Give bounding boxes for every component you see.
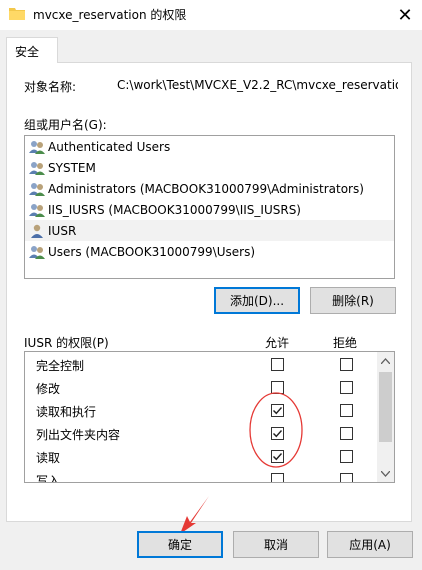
user-icon (31, 224, 43, 238)
users-icon (29, 161, 45, 175)
scroll-down-arrow-icon[interactable] (377, 465, 394, 482)
user-name: Authenticated Users (48, 139, 171, 154)
allow-checkbox[interactable] (271, 450, 284, 463)
deny-checkbox[interactable] (340, 381, 353, 394)
tab-security[interactable]: 安全 (6, 37, 58, 63)
object-name-value: C:\work\Test\MVCXE_V2.2_RC\mvcxe_reserva… (117, 78, 398, 92)
user-name: Users (MACBOOK31000799\Users) (48, 244, 256, 259)
scroll-up-arrow-icon[interactable] (377, 352, 394, 369)
object-name-label: 对象名称: (24, 80, 77, 94)
permission-row-write: 写入 (25, 468, 377, 483)
list-item-authenticated-users[interactable]: Authenticated Users (25, 136, 394, 157)
permission-name: 修改 (36, 382, 61, 396)
permission-row-read: 读取 (25, 445, 377, 468)
permissions-label: IUSR 的权限(P) (24, 336, 109, 350)
close-button[interactable]: ✕ (388, 0, 422, 30)
scrollbar-thumb[interactable] (379, 372, 392, 442)
folder-icon (9, 8, 25, 20)
user-name: Administrators (MACBOOK31000799\Administ… (48, 181, 364, 196)
allow-column-header: 允许 (265, 336, 290, 350)
permission-row-read-execute: 读取和执行 (25, 399, 377, 422)
check-icon (273, 407, 283, 415)
check-icon (273, 453, 283, 461)
user-name: IIS_IUSRS (MACBOOK31000799\IIS_IUSRS) (48, 202, 301, 217)
deny-checkbox[interactable] (340, 404, 353, 417)
allow-checkbox[interactable] (271, 427, 284, 440)
deny-checkbox[interactable] (340, 358, 353, 371)
list-item-iusr[interactable]: IUSR (25, 220, 394, 241)
cancel-button[interactable]: 取消 (233, 531, 319, 558)
permissions-list: 完全控制 修改 读取和执行 列出文件夹内容 读取 写入 (24, 351, 395, 483)
user-name: SYSTEM (48, 160, 96, 175)
tab-security-label: 安全 (15, 45, 40, 59)
list-item-iis-iusrs[interactable]: IIS_IUSRS (MACBOOK31000799\IIS_IUSRS) (25, 199, 394, 220)
apply-button[interactable]: 应用(A) (327, 531, 413, 558)
ok-button[interactable]: 确定 (137, 531, 223, 558)
users-listbox[interactable]: Authenticated Users SYSTEM Administrator… (24, 135, 395, 279)
remove-button[interactable]: 删除(R) (310, 287, 396, 314)
close-icon: ✕ (397, 4, 413, 26)
window-title: mvcxe_reservation 的权限 (33, 8, 187, 22)
title-bar: mvcxe_reservation 的权限 ✕ (0, 0, 422, 30)
permission-name: 读取和执行 (36, 405, 97, 419)
users-icon (29, 203, 45, 217)
permissions-scrollbar[interactable] (377, 352, 394, 482)
user-name: IUSR (48, 223, 77, 238)
users-list-label: 组或用户名(G): (24, 118, 107, 132)
deny-checkbox[interactable] (340, 427, 353, 440)
allow-checkbox[interactable] (271, 381, 284, 394)
deny-checkbox[interactable] (340, 450, 353, 463)
allow-checkbox[interactable] (271, 473, 284, 482)
deny-checkbox[interactable] (340, 473, 353, 482)
permission-row-list-folder: 列出文件夹内容 (25, 422, 377, 445)
list-item-users[interactable]: Users (MACBOOK31000799\Users) (25, 241, 394, 262)
allow-checkbox[interactable] (271, 404, 284, 417)
permission-name: 列出文件夹内容 (36, 428, 121, 442)
users-icon (29, 182, 45, 196)
list-item-administrators[interactable]: Administrators (MACBOOK31000799\Administ… (25, 178, 394, 199)
users-icon (29, 140, 45, 154)
check-icon (273, 430, 283, 438)
permission-name: 完全控制 (36, 359, 85, 373)
add-button[interactable]: 添加(D)... (214, 287, 300, 314)
permission-row-full-control: 完全控制 (25, 353, 377, 376)
list-item-system[interactable]: SYSTEM (25, 157, 394, 178)
users-icon (29, 245, 45, 259)
allow-checkbox[interactable] (271, 358, 284, 371)
deny-column-header: 拒绝 (333, 336, 358, 350)
permission-row-modify: 修改 (25, 376, 377, 399)
permission-name: 读取 (36, 451, 61, 465)
permission-name: 写入 (36, 474, 61, 483)
